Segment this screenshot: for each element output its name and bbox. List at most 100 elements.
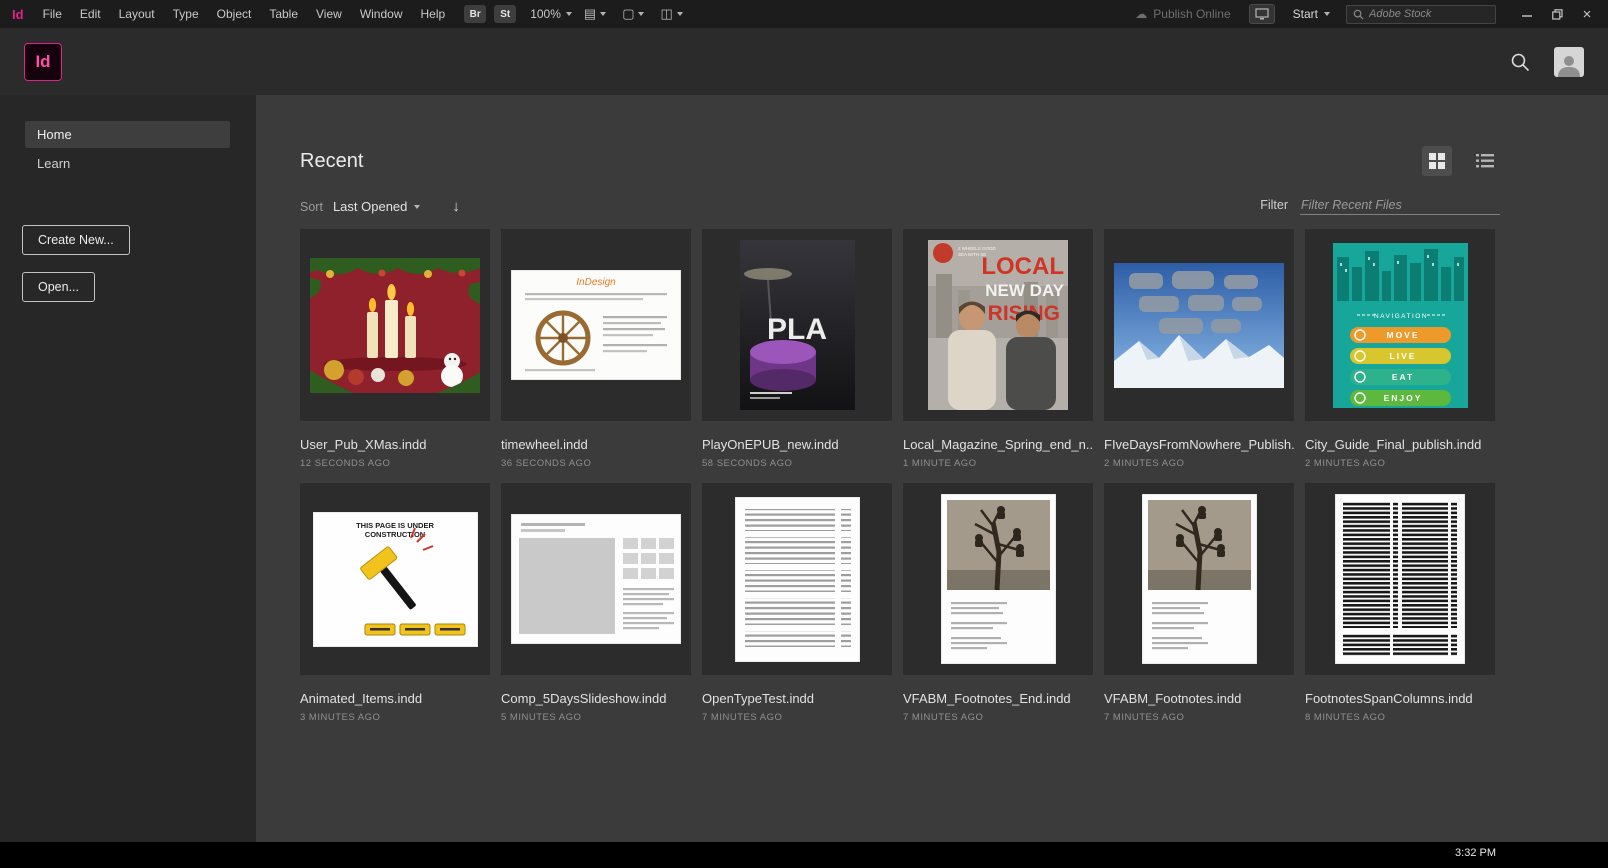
svg-text:THIS PAGE IS UNDER: THIS PAGE IS UNDER	[356, 521, 434, 530]
file-thumbnail: NAVIGATION MOVE LIVE EAT	[1305, 229, 1495, 421]
file-card[interactable]: PLA PlayOnEPUB_new.indd 58 SECONDS AGO	[702, 229, 892, 469]
grid-view-icon	[1429, 153, 1445, 169]
sidebar: Home Learn Create New... Open...	[0, 95, 256, 842]
search-icon	[1353, 9, 1364, 20]
svg-text:ENJOY: ENJOY	[1383, 393, 1422, 403]
file-thumbnail	[702, 483, 892, 675]
filter-label: Filter	[1260, 198, 1288, 215]
view-options-dropdown[interactable]: ▤	[584, 6, 606, 22]
file-name: Animated_Items.indd	[300, 691, 490, 706]
file-thumbnail	[903, 483, 1093, 675]
start-workspace-dropdown[interactable]: Start	[1293, 7, 1330, 21]
menu-item-table[interactable]: Table	[260, 0, 307, 28]
file-card[interactable]: User_Pub_XMas.indd 12 SECONDS AGO	[300, 229, 490, 469]
file-card[interactable]: InDesign	[501, 229, 691, 469]
menu-item-edit[interactable]: Edit	[71, 0, 110, 28]
preview-device-button[interactable]	[1249, 4, 1275, 24]
file-name: timewheel.indd	[501, 437, 691, 452]
window-controls: ×	[1512, 0, 1602, 28]
taskbar: 3:32 PM	[0, 842, 1608, 868]
sort-direction-button[interactable]: ↓	[452, 198, 460, 215]
app-mini-logo: Id	[12, 7, 24, 22]
file-time: 1 MINUTE AGO	[903, 458, 1093, 469]
file-time: 8 MINUTES AGO	[1305, 712, 1495, 723]
file-time: 2 MINUTES AGO	[1305, 458, 1495, 469]
chevron-down-icon	[677, 12, 683, 16]
restore-button[interactable]	[1542, 0, 1572, 28]
file-name: FootnotesSpanColumns.indd	[1305, 691, 1495, 706]
menu-item-file[interactable]: File	[34, 0, 71, 28]
sidebar-item-home[interactable]: Home	[25, 121, 230, 148]
app-header: Id	[0, 28, 1608, 95]
filter-input[interactable]	[1300, 196, 1500, 215]
search-icon[interactable]	[1510, 52, 1530, 72]
bridge-icon[interactable]: Br	[464, 5, 486, 23]
menu-item-window[interactable]: Window	[351, 0, 412, 28]
close-button[interactable]: ×	[1572, 0, 1602, 28]
thumbnail-timewheel: InDesign	[511, 270, 681, 380]
svg-text:CONSTRUCTION: CONSTRUCTION	[364, 530, 424, 539]
svg-text:LIVE: LIVE	[1389, 351, 1416, 361]
file-card[interactable]: NAVIGATION MOVE LIVE EAT	[1305, 229, 1495, 469]
view-options-icon: ▤	[584, 6, 596, 22]
menu-item-help[interactable]: Help	[412, 0, 455, 28]
file-time: 2 MINUTES AGO	[1104, 458, 1294, 469]
file-card[interactable]: 2 WHEELS GOOD SEA 50TH SE LOCAL NEW DAY …	[903, 229, 1093, 469]
create-new-button[interactable]: Create New...	[22, 225, 130, 255]
taskbar-clock[interactable]: 3:32 PM	[1455, 847, 1496, 859]
file-thumbnail: THIS PAGE IS UNDER CONSTRUCTION	[300, 483, 490, 675]
file-time: 58 SECONDS AGO	[702, 458, 892, 469]
thumbnail-drums: PLA	[740, 240, 855, 410]
file-name: Comp_5DaysSlideshow.indd	[501, 691, 691, 706]
adobe-stock-search[interactable]	[1346, 5, 1496, 24]
adobe-stock-input[interactable]	[1369, 8, 1479, 20]
file-time: 3 MINUTES AGO	[300, 712, 490, 723]
thumbnail-tree-photo	[941, 494, 1056, 664]
menu-item-object[interactable]: Object	[208, 0, 261, 28]
file-thumbnail	[501, 483, 691, 675]
menu-item-view[interactable]: View	[307, 0, 351, 28]
thumbnail-opentype	[735, 497, 860, 662]
file-card[interactable]: OpenTypeTest.indd 7 MINUTES AGO	[702, 483, 892, 723]
chevron-down-icon	[414, 205, 420, 209]
stock-icon[interactable]: St	[494, 5, 516, 23]
file-thumbnail	[1104, 229, 1294, 421]
open-button[interactable]: Open...	[22, 272, 95, 302]
file-time: 36 SECONDS AGO	[501, 458, 691, 469]
svg-text:LOCAL: LOCAL	[981, 253, 1064, 280]
user-avatar[interactable]	[1554, 47, 1584, 77]
zoom-level-dropdown[interactable]: 100%	[530, 7, 572, 21]
file-card[interactable]: VFABM_Footnotes_End.indd 7 MINUTES AGO	[903, 483, 1093, 723]
thumbnail-mountains	[1114, 263, 1284, 388]
publish-cloud-icon: ☁	[1135, 7, 1147, 21]
grid-view-button[interactable]	[1422, 146, 1452, 176]
svg-text:NAVIGATION: NAVIGATION	[1373, 313, 1427, 320]
file-time: 5 MINUTES AGO	[501, 712, 691, 723]
minimize-button[interactable]	[1512, 0, 1542, 28]
sidebar-item-learn[interactable]: Learn	[25, 150, 230, 177]
file-time: 7 MINUTES AGO	[702, 712, 892, 723]
menu-item-layout[interactable]: Layout	[110, 0, 164, 28]
file-card[interactable]: THIS PAGE IS UNDER CONSTRUCTION	[300, 483, 490, 723]
screen-mode-dropdown[interactable]: ▢	[622, 6, 644, 22]
chevron-down-icon	[566, 12, 572, 16]
file-time: 7 MINUTES AGO	[903, 712, 1093, 723]
file-card[interactable]: FootnotesSpanColumns.indd 8 MINUTES AGO	[1305, 483, 1495, 723]
file-name: FIveDaysFromNowhere_Publish...	[1104, 437, 1294, 452]
list-view-button[interactable]	[1470, 146, 1500, 176]
publish-online-button[interactable]: ☁ Publish Online	[1135, 7, 1230, 21]
file-name: VFABM_Footnotes_End.indd	[903, 691, 1093, 706]
arrange-documents-dropdown[interactable]: ◫	[660, 6, 682, 22]
file-name: City_Guide_Final_publish.indd	[1305, 437, 1495, 452]
thumbnail-xmas	[310, 258, 480, 393]
svg-text:2 WHEELS GOOD: 2 WHEELS GOOD	[958, 246, 997, 251]
file-card[interactable]: VFABM_Footnotes.indd 7 MINUTES AGO	[1104, 483, 1294, 723]
menu-item-type[interactable]: Type	[164, 0, 208, 28]
thumbnail-tree-photo	[1142, 494, 1257, 664]
thumbnail-magazine: 2 WHEELS GOOD SEA 50TH SE LOCAL NEW DAY …	[928, 240, 1068, 410]
file-card[interactable]: Comp_5DaysSlideshow.indd 5 MINUTES AGO	[501, 483, 691, 723]
svg-text:EAT: EAT	[1391, 372, 1413, 382]
thumbnail-slideshow	[511, 514, 681, 644]
file-card[interactable]: FIveDaysFromNowhere_Publish... 2 MINUTES…	[1104, 229, 1294, 469]
sort-dropdown[interactable]: Last Opened	[333, 199, 420, 214]
